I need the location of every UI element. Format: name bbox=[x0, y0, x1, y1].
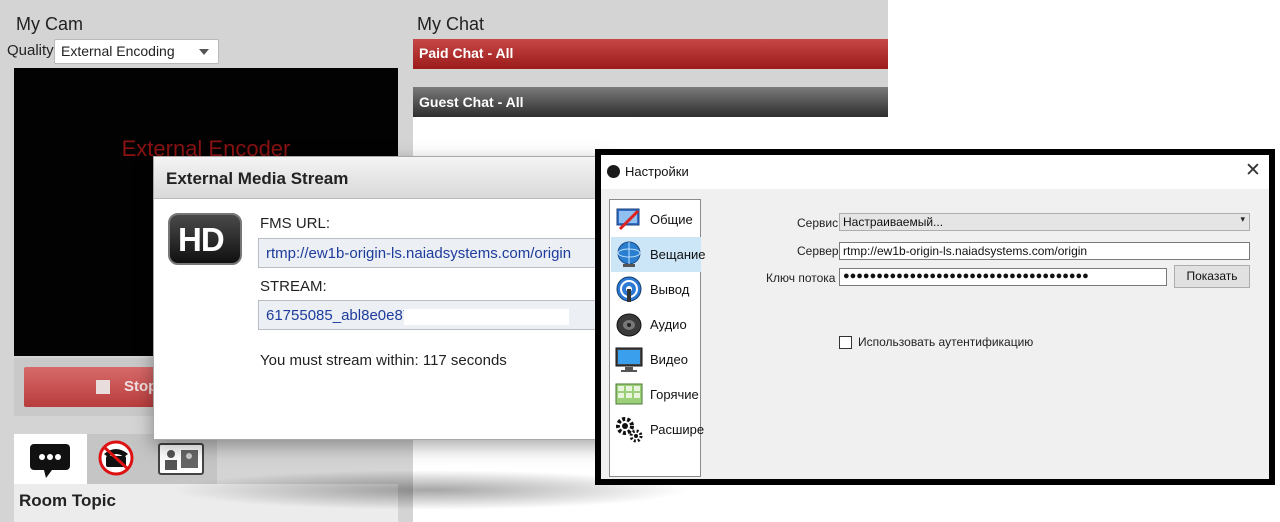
stream-key-field[interactable]: 61755085_abl8e0e87 bbox=[258, 300, 612, 330]
chevron-down-icon bbox=[199, 49, 209, 55]
advanced-gears-icon bbox=[616, 417, 643, 443]
fms-url-label: FMS URL: bbox=[260, 215, 331, 232]
tab-chat[interactable] bbox=[14, 434, 87, 484]
nav-label: Общие bbox=[650, 212, 693, 227]
chat-bubble-icon bbox=[30, 444, 70, 478]
nav-item-broadcast[interactable]: Вещание bbox=[611, 237, 706, 272]
service-label: Сервис bbox=[797, 216, 839, 230]
hd-badge-text: HD bbox=[178, 221, 225, 258]
nav-item-hotkeys[interactable]: Горячие bbox=[611, 377, 701, 412]
obs-settings-window: Настройки ✕ Общие Вещание Вывод Аудио Ви… bbox=[601, 155, 1269, 479]
audio-speaker-icon bbox=[616, 313, 642, 337]
dialog-title: External Media Stream bbox=[166, 169, 349, 188]
quality-select[interactable]: External Encoding bbox=[54, 39, 219, 64]
obs-titlebar: Настройки ✕ bbox=[601, 155, 1269, 189]
show-key-button[interactable]: Показать bbox=[1174, 265, 1250, 288]
nav-item-advanced[interactable]: Расшире bbox=[611, 412, 705, 447]
nav-item-output[interactable]: Вывод bbox=[611, 272, 701, 307]
stream-key-input[interactable]: ●●●●●●●●●●●●●●●●●●●●●●●●●●●●●●●●●●●●● bbox=[839, 268, 1167, 286]
redaction-mask bbox=[404, 309, 569, 325]
video-monitor-icon bbox=[615, 347, 643, 372]
nav-item-video[interactable]: Видео bbox=[611, 342, 701, 377]
nav-label: Расшире bbox=[650, 422, 705, 437]
room-topic-heading: Room Topic bbox=[19, 491, 116, 510]
service-select[interactable]: Настраиваемый... ▾ bbox=[839, 213, 1250, 231]
nav-label: Горячие bbox=[650, 387, 699, 402]
dialog-header: External Media Stream bbox=[154, 157, 612, 199]
hotkeys-icon bbox=[615, 383, 643, 405]
obs-window-title: Настройки bbox=[625, 164, 689, 179]
nav-label: Вывод bbox=[650, 282, 690, 297]
service-select-value: Настраиваемый... bbox=[843, 215, 944, 229]
nav-label: Видео bbox=[650, 352, 688, 367]
chat-title: My Chat bbox=[417, 14, 485, 34]
guest-chat-header[interactable]: Guest Chat - All bbox=[413, 87, 888, 117]
stream-timer-text: You must stream within: 117 seconds bbox=[260, 352, 507, 369]
quality-select-value: External Encoding bbox=[61, 43, 175, 59]
stream-key-label: STREAM: bbox=[260, 278, 327, 295]
obs-logo-icon bbox=[607, 165, 620, 178]
obs-settings-nav: Общие Вещание Вывод Аудио Видео Горячие … bbox=[609, 199, 706, 477]
quality-label: Quality bbox=[7, 42, 54, 59]
stream-key-value: 61755085_abl8e0e87 bbox=[266, 307, 412, 324]
hd-icon: HD bbox=[168, 213, 242, 265]
nav-label: Аудио bbox=[650, 317, 687, 332]
chat-panel: My Chat Paid Chat - All Guest Chat - All bbox=[413, 0, 888, 155]
no-phone-icon bbox=[98, 440, 134, 476]
general-settings-icon bbox=[616, 208, 640, 231]
chevron-down-icon: ▾ bbox=[1240, 214, 1245, 224]
external-media-stream-dialog: External Media Stream HD FMS URL: rtmp:/… bbox=[153, 156, 613, 440]
nav-item-audio[interactable]: Аудио bbox=[611, 307, 701, 342]
fms-url-field[interactable]: rtmp://ew1b-origin-ls.naiadsystems.com/o… bbox=[258, 238, 612, 268]
paid-chat-header[interactable]: Paid Chat - All bbox=[413, 39, 888, 69]
paid-chat-label: Paid Chat - All bbox=[419, 45, 514, 61]
stream-key-label: Ключ потока bbox=[766, 271, 836, 285]
use-auth-checkbox[interactable] bbox=[839, 336, 852, 349]
output-icon bbox=[616, 276, 642, 302]
close-icon[interactable]: ✕ bbox=[1245, 160, 1261, 182]
stop-icon bbox=[96, 380, 110, 394]
tab-no-calls[interactable] bbox=[87, 434, 145, 484]
nav-label: Вещание bbox=[650, 247, 706, 262]
nav-item-general[interactable]: Общие bbox=[611, 202, 701, 237]
broadcast-icon bbox=[617, 241, 641, 267]
cam-title: My Cam bbox=[16, 14, 83, 34]
server-input[interactable]: rtmp://ew1b-origin-ls.naiadsystems.com/o… bbox=[839, 242, 1250, 260]
server-label: Сервер bbox=[797, 244, 839, 258]
guest-chat-label: Guest Chat - All bbox=[419, 94, 524, 110]
use-auth-label: Использовать аутентификацию bbox=[858, 335, 1034, 349]
